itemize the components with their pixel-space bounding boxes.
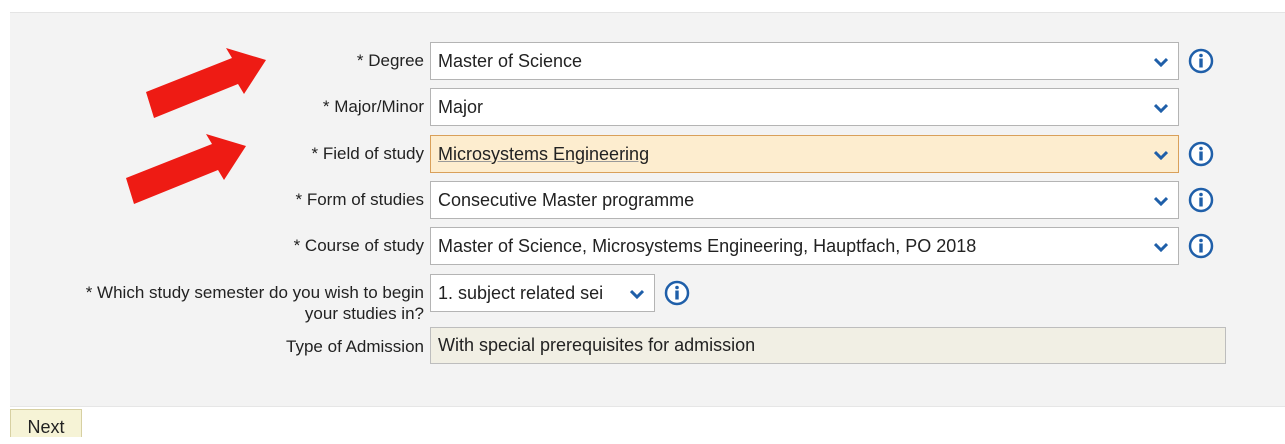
major-minor-value: Major bbox=[438, 97, 484, 117]
type-of-admission-field: With special prerequisites for admission bbox=[430, 327, 1226, 364]
study-semester-value: 1. subject related sei bbox=[438, 283, 604, 303]
degree-value: Master of Science bbox=[438, 51, 583, 71]
chevron-down-icon[interactable] bbox=[1154, 150, 1168, 160]
form-of-studies-label: * Form of studies bbox=[295, 190, 425, 209]
degree-label: * Degree bbox=[356, 51, 424, 70]
degree-select[interactable]: Master of Science bbox=[430, 42, 1179, 80]
form-of-studies-select[interactable]: Consecutive Master programme bbox=[430, 181, 1179, 219]
info-icon[interactable] bbox=[1188, 233, 1214, 259]
footer-divider bbox=[10, 406, 1285, 407]
chevron-down-icon[interactable] bbox=[1154, 57, 1168, 67]
red-arrow-annotation-degree bbox=[146, 48, 266, 118]
chevron-down-icon[interactable] bbox=[1154, 103, 1168, 113]
info-icon[interactable] bbox=[1188, 48, 1214, 74]
course-of-study-label: * Course of study bbox=[293, 236, 424, 255]
info-icon[interactable] bbox=[664, 280, 690, 306]
field-of-study-value: Microsystems Engineering bbox=[438, 144, 650, 164]
study-semester-select[interactable]: 1. subject related sei bbox=[430, 274, 655, 312]
study-semester-label: * Which study semester do you wish to be… bbox=[85, 283, 424, 323]
type-of-admission-value: With special prerequisites for admission bbox=[438, 335, 756, 355]
field-of-study-select[interactable]: Microsystems Engineering bbox=[430, 135, 1179, 173]
chevron-down-icon[interactable] bbox=[1154, 196, 1168, 206]
chevron-down-icon[interactable] bbox=[630, 289, 644, 299]
form-of-studies-value: Consecutive Master programme bbox=[438, 190, 695, 210]
course-of-study-select[interactable]: Master of Science, Microsystems Engineer… bbox=[430, 227, 1179, 265]
type-of-admission-label: Type of Admission bbox=[286, 337, 424, 356]
next-button[interactable]: Next bbox=[10, 409, 82, 437]
major-minor-label: * Major/Minor bbox=[322, 97, 424, 116]
major-minor-select[interactable]: Major bbox=[430, 88, 1179, 126]
info-icon[interactable] bbox=[1188, 187, 1214, 213]
info-icon[interactable] bbox=[1188, 141, 1214, 167]
red-arrow-annotation-field-of-study bbox=[126, 134, 246, 204]
chevron-down-icon[interactable] bbox=[1154, 242, 1168, 252]
course-of-study-value: Master of Science, Microsystems Engineer… bbox=[438, 236, 977, 256]
field-of-study-label: * Field of study bbox=[311, 144, 424, 163]
